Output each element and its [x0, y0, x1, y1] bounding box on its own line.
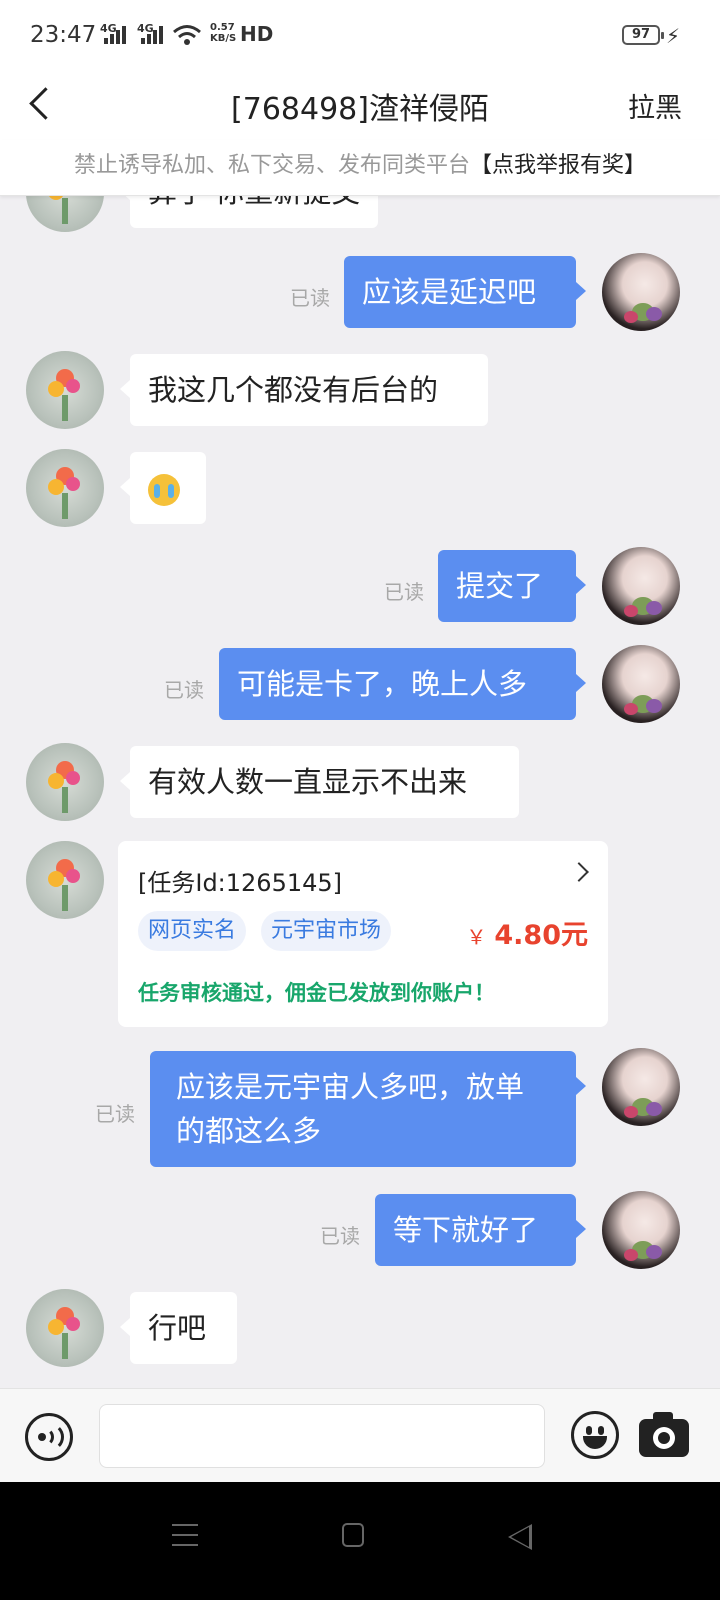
back-button[interactable]: [22, 82, 62, 128]
signal-bars-icon: [141, 26, 163, 44]
incoming-message[interactable]: 有效人数一直显示不出来: [120, 746, 519, 818]
task-id: [任务Id:1265145]: [138, 869, 343, 897]
hd-indicator: HD: [240, 22, 274, 46]
task-card[interactable]: [任务Id:1265145] 网页实名 元宇宙市场 ￥ 4.80元 任务审核通过，…: [118, 841, 608, 1027]
message-line-2: 的都这么多: [176, 1114, 322, 1148]
incoming-message[interactable]: 我这几个都没有后台的: [120, 354, 488, 426]
status-bar: 23:47 4G 4G 0.57 KB/S HD 97 ⚡: [0, 0, 720, 70]
home-icon[interactable]: [342, 1523, 364, 1547]
my-avatar[interactable]: [602, 547, 680, 625]
message-list[interactable]: 算了 你重新提交 已读 应该是延迟吧 我这几个都没有后台的 已读 提交了 已读 …: [0, 196, 720, 1410]
chat-header: [768498]渣祥侵陌 拉黑: [0, 70, 720, 140]
read-receipt: 已读: [320, 1224, 360, 1248]
task-tag: 元宇宙市场: [261, 911, 392, 951]
input-bar: [0, 1388, 720, 1482]
message-line-1: 应该是元宇宙人多吧，放单: [176, 1070, 525, 1104]
charging-icon: ⚡: [666, 24, 681, 48]
my-avatar[interactable]: [602, 1048, 680, 1126]
my-avatar[interactable]: [602, 645, 680, 723]
contact-avatar[interactable]: [26, 351, 104, 429]
contact-avatar[interactable]: [26, 449, 104, 527]
task-tag: 网页实名: [138, 911, 247, 951]
net-speed-value: 0.57: [210, 22, 235, 33]
camera-icon[interactable]: [639, 1412, 689, 1457]
contact-avatar[interactable]: [26, 743, 104, 821]
net-speed-unit: KB/S: [210, 33, 237, 44]
task-price: ￥ 4.80元: [466, 913, 588, 952]
system-nav-bar: [0, 1482, 720, 1600]
battery-icon: 97: [622, 25, 664, 45]
read-receipt: 已读: [164, 678, 204, 702]
report-link[interactable]: 【点我举报有奖】: [470, 153, 646, 178]
chevron-right-icon[interactable]: [569, 862, 589, 882]
message-input[interactable]: [99, 1404, 545, 1468]
battery-level: 97: [631, 27, 651, 42]
incoming-message[interactable]: 算了 你重新提交: [119, 196, 379, 228]
emoji-icon[interactable]: [571, 1411, 619, 1459]
crying-face-icon: [148, 474, 180, 506]
signal-bars-icon: [104, 26, 126, 44]
price-value: 4.80元: [494, 920, 588, 951]
voice-input-icon[interactable]: [25, 1413, 73, 1461]
read-receipt: 已读: [95, 1102, 135, 1126]
contact-avatar[interactable]: [26, 1289, 104, 1367]
menu-icon[interactable]: [172, 1524, 198, 1548]
net-speed: 0.57 KB/S: [210, 22, 236, 44]
status-time: 23:47: [30, 22, 97, 48]
chat-screen: 23:47 4G 4G 0.57 KB/S HD 97 ⚡ [768498]渣祥侵…: [0, 0, 720, 1600]
notice-text: 禁止诱导私加、私下交易、发布同类平台: [73, 153, 470, 178]
wifi-icon: [173, 25, 201, 45]
incoming-message[interactable]: [120, 452, 206, 524]
currency-symbol: ￥: [466, 925, 487, 949]
contact-avatar[interactable]: [26, 196, 104, 232]
outgoing-message[interactable]: 提交了: [438, 550, 586, 622]
outgoing-message[interactable]: 应该是延迟吧: [344, 256, 586, 328]
chat-title: [768498]渣祥侵陌: [231, 92, 489, 127]
outgoing-message[interactable]: 应该是元宇宙人多吧，放单 的都这么多: [150, 1051, 586, 1167]
block-user-button[interactable]: 拉黑: [628, 86, 682, 125]
read-receipt: 已读: [290, 286, 330, 310]
my-avatar[interactable]: [602, 253, 680, 331]
contact-avatar[interactable]: [26, 841, 104, 919]
task-status: 任务审核通过，佣金已发放到你账户！: [138, 981, 495, 1005]
outgoing-message[interactable]: 可能是卡了，晚上人多: [219, 648, 586, 720]
read-receipt: 已读: [384, 580, 424, 604]
outgoing-message[interactable]: 等下就好了: [375, 1194, 586, 1266]
incoming-message[interactable]: 行吧: [120, 1292, 237, 1364]
report-notice[interactable]: 禁止诱导私加、私下交易、发布同类平台【点我举报有奖】: [0, 140, 720, 196]
my-avatar[interactable]: [602, 1191, 680, 1269]
back-triangle-icon[interactable]: [508, 1524, 532, 1550]
